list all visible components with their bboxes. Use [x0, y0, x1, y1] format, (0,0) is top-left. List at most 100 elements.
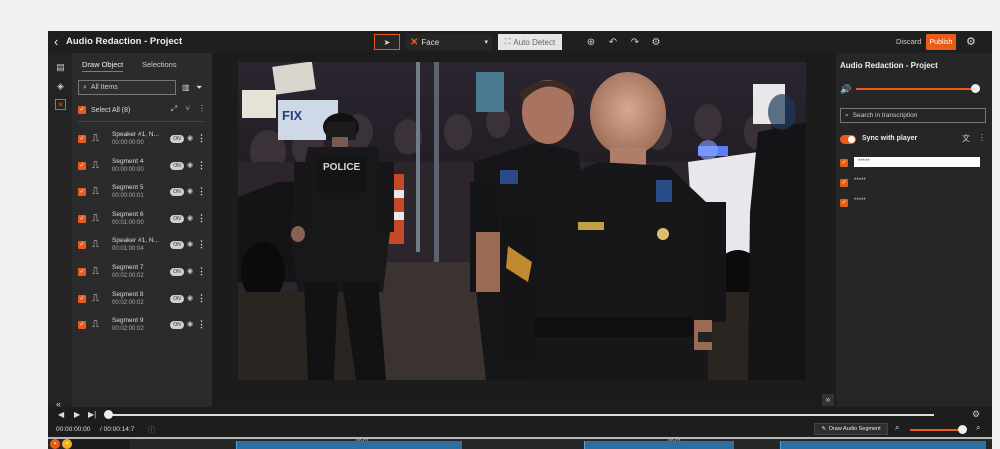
segment-row[interactable]: ✓ ⎍ Speaker #1, N... 00:01:00:04 ON ◉ ⋮: [78, 233, 206, 259]
transcript-row[interactable]: ✓ *****: [840, 197, 986, 209]
more-vertical-icon[interactable]: ⋮: [197, 319, 206, 330]
segment-toggle[interactable]: ON: [170, 161, 184, 170]
gear-icon[interactable]: ⚙: [649, 34, 663, 50]
select-all-row[interactable]: ✓ Select All (8) ⤢ ⑂ ⋮: [78, 104, 206, 116]
expand-icon[interactable]: ⤢: [171, 104, 177, 114]
eye-icon[interactable]: ◉: [187, 134, 193, 142]
filter-icon[interactable]: ⏷: [196, 83, 202, 93]
transcript-checkbox[interactable]: ✓: [840, 159, 848, 167]
eye-icon[interactable]: ◉: [187, 294, 193, 302]
segment-checkbox[interactable]: ✓: [78, 241, 86, 250]
back-arrow-icon[interactable]: ‹: [54, 34, 58, 50]
redo-icon[interactable]: ↷: [628, 34, 642, 50]
more-vertical-icon[interactable]: ⋮: [197, 293, 206, 304]
volume-slider-handle[interactable]: [971, 84, 981, 93]
volume-slider[interactable]: [856, 88, 980, 90]
segment-checkbox[interactable]: ✓: [78, 294, 86, 303]
segment-row[interactable]: ✓ ⎍ Segment 9 00:02:00:02 ON ◉ ⋮: [78, 313, 206, 339]
more-vertical-icon[interactable]: ⋮: [978, 133, 986, 144]
audio-wave-icon: ⎍: [92, 212, 99, 224]
segment-toggle[interactable]: ON: [170, 294, 184, 303]
eye-icon[interactable]: ◉: [187, 240, 193, 248]
play-icon[interactable]: ▶: [74, 410, 80, 419]
segment-checkbox[interactable]: ✓: [78, 268, 86, 276]
discard-button[interactable]: Discard: [896, 37, 921, 46]
transcript-row[interactable]: ✓ *****: [840, 177, 986, 189]
settings-gear-icon[interactable]: ⚙: [966, 35, 976, 48]
scrub-handle[interactable]: [104, 410, 113, 419]
segment-toggle[interactable]: ON: [170, 321, 184, 330]
tab-draw-object[interactable]: Draw Object: [82, 60, 124, 72]
transcription-search-input[interactable]: ⌕ Search in transcription: [840, 108, 986, 123]
target-icon[interactable]: ⊕: [584, 34, 598, 50]
segment-toggle[interactable]: ON: [170, 241, 184, 250]
sync-toggle[interactable]: [840, 135, 856, 144]
document-icon[interactable]: ▤: [55, 62, 66, 73]
segment-toggle[interactable]: ON: [170, 135, 184, 143]
segment-row[interactable]: ✓ ⎍ Segment 8 00:02:00:02 ON ◉ ⋮: [78, 287, 206, 313]
segment-row[interactable]: ✓ ⎍ Segment 5 00:00:00:01 ON ◉ ⋮: [78, 180, 206, 206]
segment-name: Segment 7: [112, 264, 144, 271]
eye-icon[interactable]: ◉: [187, 161, 193, 169]
more-vertical-icon[interactable]: ⋮: [197, 213, 206, 224]
more-vertical-icon[interactable]: ⋮: [197, 160, 206, 171]
expand-panel-icon[interactable]: »: [822, 394, 834, 406]
segment-toggle[interactable]: ON: [170, 188, 184, 197]
app-window: ‹ Audio Redaction - Project ➤ ✕ Face ▾ ⛶…: [48, 31, 992, 449]
segment-checkbox[interactable]: ✓: [78, 214, 86, 223]
scrub-bar[interactable]: [106, 414, 934, 416]
select-all-checkbox[interactable]: ✓: [78, 106, 86, 114]
segment-row[interactable]: ✓ ⎍ Segment 4 00:00:00:00 ON ◉ ⋮: [78, 154, 206, 180]
segment-row[interactable]: ✓ ⎍ Segment 6 00:01:00:00 ON ◉ ⋮: [78, 207, 206, 233]
layers-icon[interactable]: ◈: [55, 81, 66, 92]
items-search-input[interactable]: ⌕ All Items: [78, 80, 176, 95]
audio-segment-block[interactable]: [584, 441, 734, 449]
more-vertical-icon[interactable]: ⋮: [197, 266, 206, 277]
segment-checkbox[interactable]: ✓: [78, 188, 86, 197]
segment-row[interactable]: ✓ ⎍ Segment 7 00:02:00:02 ON ◉ ⋮: [78, 260, 206, 286]
volume-icon[interactable]: 🔊: [840, 84, 851, 95]
zoom-out-icon[interactable]: ⌕: [895, 423, 899, 433]
redaction-icon[interactable]: ✕: [55, 99, 66, 110]
video-frame[interactable]: FIX POLICE: [238, 62, 806, 380]
audio-timeline[interactable]: 00:01 00:02 ▪ ▪: [48, 437, 992, 449]
merge-icon[interactable]: ⑂: [185, 104, 190, 114]
audio-segment-block[interactable]: [236, 441, 462, 449]
playhead-marker[interactable]: ▪: [50, 439, 60, 449]
more-vertical-icon[interactable]: ⋮: [198, 104, 206, 114]
publish-button[interactable]: Publish: [926, 34, 956, 50]
transcript-row[interactable]: ✓ *****: [840, 157, 986, 169]
segment-checkbox[interactable]: ✓: [78, 135, 86, 143]
more-vertical-icon[interactable]: ⋮: [197, 133, 206, 144]
segment-toggle[interactable]: ON: [170, 268, 184, 276]
transcript-checkbox[interactable]: ✓: [840, 179, 848, 187]
playback-settings-icon[interactable]: ⚙: [972, 409, 980, 420]
draw-audio-segment-button[interactable]: ✎ Draw Audio Segment: [814, 423, 888, 435]
audio-segment-block[interactable]: [780, 441, 986, 449]
eye-icon[interactable]: ◉: [187, 187, 193, 195]
previous-frame-icon[interactable]: ◀: [58, 410, 64, 419]
zoom-slider-handle[interactable]: [957, 425, 967, 434]
transcript-checkbox[interactable]: ✓: [840, 199, 848, 207]
segment-marker[interactable]: ▪: [62, 439, 72, 449]
eye-icon[interactable]: ◉: [187, 320, 193, 328]
police-text: POLICE: [323, 162, 361, 173]
segment-checkbox[interactable]: ✓: [78, 161, 86, 170]
auto-detect-button[interactable]: ⛶ Auto Detect: [498, 34, 562, 50]
segment-checkbox[interactable]: ✓: [78, 321, 86, 330]
detection-type-select[interactable]: ✕ Face ▾: [406, 34, 492, 50]
more-vertical-icon[interactable]: ⋮: [197, 239, 206, 250]
columns-icon[interactable]: ▥: [182, 83, 190, 92]
zoom-in-icon[interactable]: ⌕: [976, 423, 980, 433]
undo-icon[interactable]: ↶: [606, 34, 620, 50]
next-frame-icon[interactable]: ▶|: [88, 410, 96, 419]
translate-icon[interactable]: 文: [962, 133, 970, 144]
segment-toggle[interactable]: ON: [170, 214, 184, 223]
tab-selections[interactable]: Selections: [142, 60, 177, 69]
more-vertical-icon[interactable]: ⋮: [197, 186, 206, 197]
transcript-word: *****: [854, 178, 866, 184]
eye-icon[interactable]: ◉: [187, 267, 193, 275]
eye-icon[interactable]: ◉: [187, 214, 193, 222]
segment-row[interactable]: ✓ ⎍ Speaker #1, N... 00:00:00:00 ON ◉ ⋮: [78, 127, 206, 153]
pointer-tool-button[interactable]: ➤: [374, 34, 400, 50]
